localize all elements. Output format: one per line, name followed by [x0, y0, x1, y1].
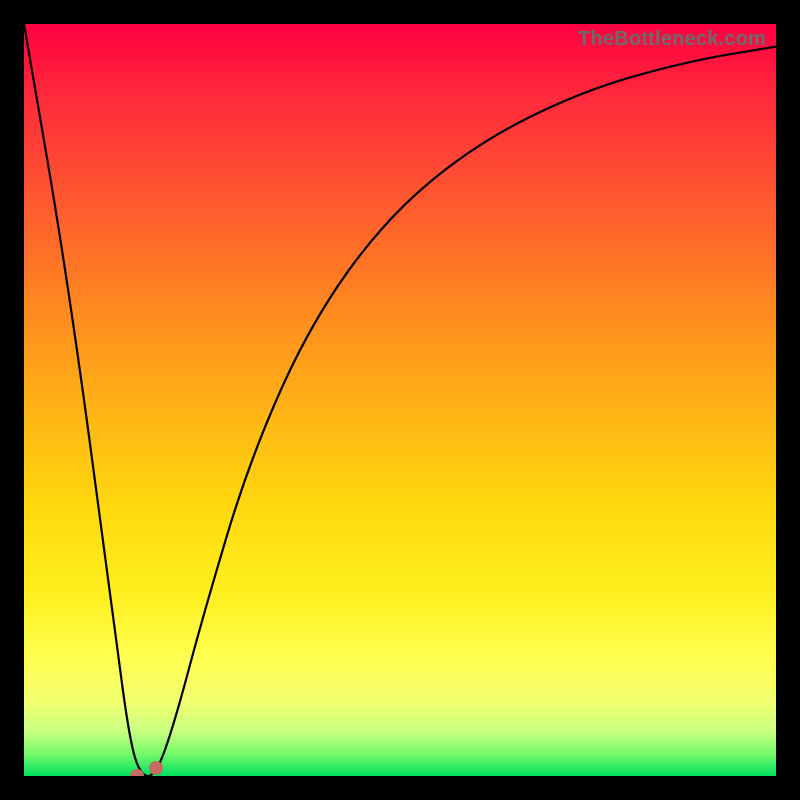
chart-frame: TheBottleneck.com	[0, 0, 800, 800]
marker-point	[130, 769, 144, 776]
marker-point	[149, 761, 163, 775]
bottleneck-curve-path	[24, 24, 776, 776]
plot-area: TheBottleneck.com	[24, 24, 776, 776]
curve-svg	[24, 24, 776, 776]
